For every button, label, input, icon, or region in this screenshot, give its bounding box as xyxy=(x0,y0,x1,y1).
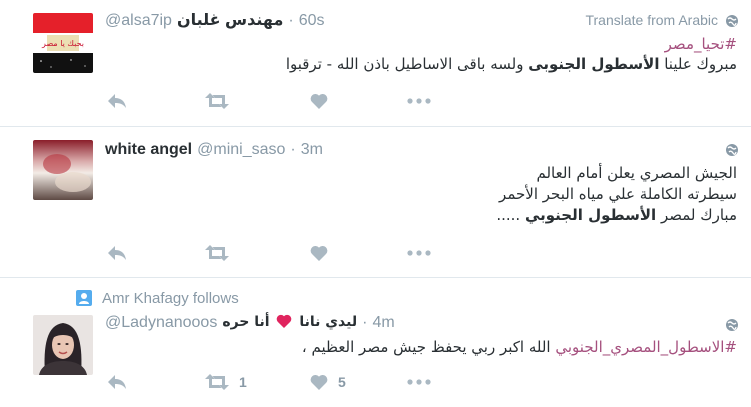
text-part: ..... xyxy=(496,206,525,224)
separator-dot: · xyxy=(290,141,296,158)
avatar[interactable] xyxy=(33,140,93,200)
tweet-actions xyxy=(105,243,445,263)
hashtag-link[interactable]: #الاسطول_المصري_الجنوبي xyxy=(555,338,737,356)
like-button[interactable] xyxy=(310,91,328,111)
social-context: Amr Khafagy follows xyxy=(76,288,239,308)
display-name-part: ليدي نانا xyxy=(299,314,358,330)
like-button[interactable]: 5 xyxy=(310,372,346,392)
tweet-actions: 1 5 xyxy=(105,372,445,392)
text-part: مبروك علينا xyxy=(659,55,737,73)
text-part: الله اكبر ربي يحفظ جيش مصر العظيم ، xyxy=(301,338,556,356)
retweet-count: 1 xyxy=(239,374,247,390)
tweet[interactable]: white angel @mini_saso · 3m الجيش المصري… xyxy=(0,127,751,278)
red-heart-icon xyxy=(276,313,292,335)
retweet-button[interactable] xyxy=(205,243,229,263)
globe-icon xyxy=(725,318,739,332)
person-icon xyxy=(76,290,92,306)
tweet[interactable]: بحبك يا مصر @alsa7ip مهندس غلبان · 60s T… xyxy=(0,0,751,127)
separator-dot: · xyxy=(362,314,368,331)
tweet[interactable]: Amr Khafagy follows @Ladynanooos ليدي نا… xyxy=(0,278,751,407)
avatar[interactable] xyxy=(33,315,93,375)
more-icon xyxy=(407,250,431,256)
retweet-button[interactable]: 1 xyxy=(205,372,247,392)
display-name[interactable]: white angel xyxy=(105,139,192,161)
translate-link[interactable]: Translate from Arabic xyxy=(585,12,718,28)
more-button[interactable] xyxy=(407,243,431,263)
heart-icon xyxy=(310,245,328,261)
avatar[interactable]: بحبك يا مصر xyxy=(33,13,93,73)
text-bold: الأسطول الجنوبى xyxy=(528,55,660,73)
like-button[interactable] xyxy=(310,243,328,263)
reply-button[interactable] xyxy=(107,243,127,263)
retweet-icon xyxy=(205,245,229,261)
more-button[interactable] xyxy=(407,372,431,392)
reply-icon xyxy=(107,93,127,109)
text-line: الجيش المصري يعلن أمام العالم xyxy=(536,164,737,182)
retweet-button[interactable] xyxy=(205,91,229,111)
handle[interactable]: @mini_saso xyxy=(197,139,285,161)
more-button[interactable] xyxy=(407,91,431,111)
heart-icon xyxy=(310,374,328,390)
globe-icon xyxy=(725,14,739,28)
hashtag-link[interactable]: #تحيا_مصر xyxy=(665,35,737,53)
tweet-header: white angel @mini_saso · 3m xyxy=(105,139,323,161)
reply-icon xyxy=(107,245,127,261)
more-icon xyxy=(407,98,431,104)
follow-text[interactable]: Amr Khafagy follows xyxy=(102,290,239,307)
reply-button[interactable] xyxy=(107,91,127,111)
avatar-caption: بحبك يا مصر xyxy=(41,39,84,48)
handle[interactable]: @alsa7ip xyxy=(105,10,172,32)
display-name-part: أنا حره xyxy=(222,314,270,330)
tweet-text: #الاسطول_المصري_الجنوبي الله اكبر ربي يح… xyxy=(137,337,737,357)
globe-icon xyxy=(725,143,739,157)
text-line: سيطرته الكاملة علي مياه البحر الأحمر xyxy=(499,185,737,203)
timestamp[interactable]: 60s xyxy=(299,10,325,32)
like-count: 5 xyxy=(338,374,346,390)
tweet-actions xyxy=(105,91,445,111)
display-name[interactable]: ليدي نانا أنا حره xyxy=(222,311,357,335)
tweet-header: @alsa7ip مهندس غلبان · 60s xyxy=(105,10,325,32)
separator-dot: · xyxy=(288,12,294,29)
tweet-text: الجيش المصري يعلن أمام العالم سيطرته الك… xyxy=(137,163,737,226)
tweet-text: #تحيا_مصر مبروك علينا الأسطول الجنوبى ول… xyxy=(137,34,737,74)
more-icon xyxy=(407,379,431,385)
reply-icon xyxy=(107,374,127,390)
timestamp[interactable]: 3m xyxy=(301,139,323,161)
text-part: ولسه باقى الاساطيل باذن الله - ترقبوا xyxy=(285,55,529,73)
retweet-icon xyxy=(205,374,229,390)
text-part: مبارك لمصر xyxy=(656,206,737,224)
handle[interactable]: @Ladynanooos xyxy=(105,312,217,334)
heart-icon xyxy=(310,93,328,109)
retweet-icon xyxy=(205,93,229,109)
text-bold: الأسطول الجنوبي xyxy=(524,206,657,224)
display-name[interactable]: مهندس غلبان xyxy=(177,10,283,32)
timestamp[interactable]: 4m xyxy=(372,312,394,334)
reply-button[interactable] xyxy=(107,372,127,392)
tweet-header: @Ladynanooos ليدي نانا أنا حره · 4m xyxy=(105,312,395,334)
